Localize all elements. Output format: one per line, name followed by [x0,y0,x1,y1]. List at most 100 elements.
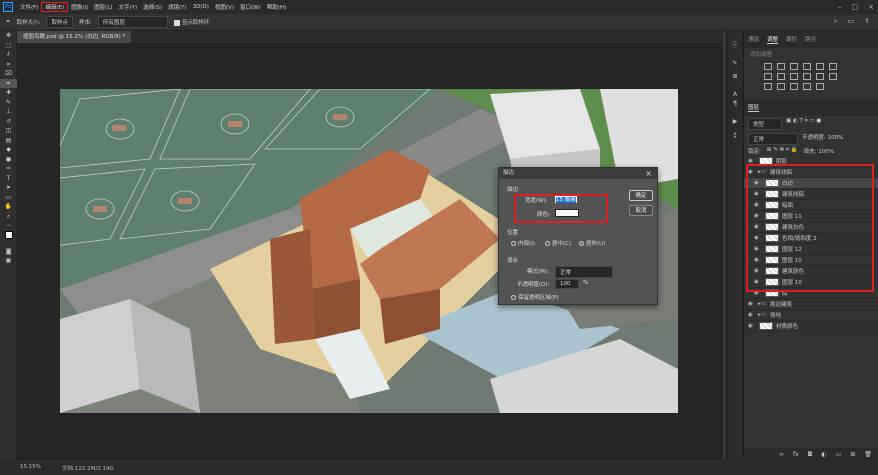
actions-icon[interactable]: ▶ [727,117,743,127]
link-icon[interactable]: ∞ [779,451,784,458]
eyedropper-icon[interactable]: ✒ [6,19,11,25]
zoom-level[interactable]: 15.15% [20,464,41,470]
mode-select[interactable]: 正常 [555,266,613,278]
healing-tool-icon[interactable]: ✚ [0,88,17,98]
menu-help[interactable]: 帮助(H) [264,3,289,11]
visibility-eye-icon[interactable]: ◉ [748,323,756,329]
move-tool-icon[interactable]: ✥ [0,31,17,41]
new-layer-icon[interactable]: ⊞ [850,451,855,458]
clone-source-icon[interactable]: ⊞ [727,72,743,82]
brightness-icon[interactable] [764,63,772,70]
layer-kind-select[interactable]: 类型 [748,118,782,130]
tab-paths[interactable]: 路径 [805,35,816,44]
brush-settings-icon[interactable]: ✎ [727,59,743,69]
path-select-tool-icon[interactable]: ➤ [0,183,17,193]
curves-icon[interactable] [790,63,798,70]
menu-edit[interactable]: 编辑(E) [41,2,69,12]
visibility-eye-icon[interactable]: ◉ [748,312,756,318]
menu-view[interactable]: 视图(V) [212,3,237,11]
mixer-icon[interactable] [816,73,824,80]
sample-select[interactable]: 所有图层 [97,16,168,28]
quick-mask-icon[interactable]: ◙ [0,247,17,257]
glyphs-icon[interactable]: ⁑ [727,132,743,142]
group-icon[interactable]: ▭ [836,451,842,458]
workspace-icon[interactable]: ▭ [848,17,855,26]
opacity-input[interactable]: 100 [555,279,579,289]
shape-tool-icon[interactable]: ▭ [0,193,17,203]
selective-color-icon[interactable] [816,83,824,90]
type-tool-icon[interactable]: T [0,174,17,184]
layer-row[interactable]: ◉ 材质颜色 [744,321,878,332]
bw-icon[interactable] [790,73,798,80]
visibility-eye-icon[interactable]: ◉ [748,301,756,307]
photo-filter-icon[interactable] [803,73,811,80]
hand-tool-icon[interactable]: ✋ [0,202,17,212]
levels-icon[interactable] [777,63,785,70]
menu-window[interactable]: 窗口(W) [237,3,264,11]
threshold-icon[interactable] [790,83,798,90]
menu-filter[interactable]: 滤镜(T) [165,3,190,11]
screen-mode-icon[interactable]: ▣ [0,256,17,266]
gradient-map-icon[interactable] [803,83,811,90]
pen-tool-icon[interactable]: ✑ [0,164,17,174]
show-ring-checkbox[interactable]: 显示取样环 [173,18,209,26]
layers-title[interactable]: 图层 [748,103,760,112]
sample-size-select[interactable]: 取样点 [46,16,73,28]
position-center-radio[interactable]: 居中(C) [545,239,571,247]
quick-select-tool-icon[interactable]: ⌗ [0,60,17,70]
eraser-tool-icon[interactable]: ◫ [0,126,17,136]
layer-opacity-label[interactable]: 不透明度: 100% [802,133,843,145]
adjustment-layer-icon[interactable]: ◐ [821,451,826,458]
preserve-transparency-checkbox[interactable]: 保留透明区域(P) [511,293,559,301]
dialog-close-icon[interactable]: × [645,168,652,179]
character-icon[interactable]: A [727,90,743,100]
menu-image[interactable]: 图像(I) [68,3,91,11]
tab-adjustments[interactable]: 调整 [767,35,779,44]
color-swatches[interactable] [0,230,17,247]
blur-tool-icon[interactable]: ◆ [0,145,17,155]
fx-icon[interactable]: fx [793,451,799,458]
menu-layer[interactable]: 图层(L) [91,3,115,11]
balance-icon[interactable] [777,73,785,80]
document-tab[interactable]: 插图鸟瞰.psd @ 15.2% (白边, RGB/8) * [17,31,132,43]
blend-mode-select[interactable]: 正常 [748,133,798,145]
ok-button[interactable]: 确定 [629,190,653,201]
posterize-icon[interactable] [777,83,785,90]
lasso-tool-icon[interactable]: ℓ [0,50,17,60]
position-outside-radio[interactable]: 居外(U) [579,239,605,247]
invert-icon[interactable] [764,83,772,90]
mask-icon[interactable]: ◘ [808,451,813,458]
paragraph-icon[interactable]: ¶ [727,99,743,109]
dodge-tool-icon[interactable]: ● [0,155,17,165]
tab-channels[interactable]: 通道 [748,35,759,44]
cancel-button[interactable]: 取消 [629,205,653,216]
zoom-tool-icon[interactable]: ⌕ [0,212,17,222]
layer-row[interactable]: ◉ ▸▭ 周边建筑 [744,299,878,310]
menu-3d[interactable]: 3D(D) [190,4,212,10]
maximize-icon[interactable]: □ [852,3,859,11]
menu-file[interactable]: 文件(F) [17,3,41,11]
exposure-icon[interactable] [803,63,811,70]
position-inside-radio[interactable]: 内部(I) [511,239,535,247]
lock-icons[interactable]: ⊠ ✎ ✥ ⌗ 🔒 [767,147,798,155]
layer-row[interactable]: ◉ ▸▭ 场地 [744,310,878,321]
lookup-icon[interactable] [829,73,837,80]
minimize-icon[interactable]: – [838,3,842,11]
more-tools-icon[interactable]: ⋯ [0,221,17,231]
vibrance-icon[interactable] [816,63,824,70]
tab-properties[interactable]: 属性 [786,35,797,44]
crop-tool-icon[interactable]: ⌧ [0,69,17,79]
history-brush-icon[interactable]: ↺ [0,117,17,127]
hue-icon[interactable] [764,73,772,80]
fill-label[interactable]: 填充: 100% [804,147,834,155]
gradient-tool-icon[interactable]: ▤ [0,136,17,146]
brush-tool-icon[interactable]: ✎ [0,98,17,108]
search-icon[interactable]: ⌕ [834,17,838,26]
stamp-tool-icon[interactable]: ⊥ [0,107,17,117]
share-icon[interactable]: ⇪ [864,17,870,26]
menu-type[interactable]: 文字(Y) [116,3,141,11]
delete-icon[interactable]: 🗑 [864,451,872,458]
info-icon[interactable]: ⓘ [727,41,743,51]
menu-select[interactable]: 选择(S) [140,3,165,11]
marquee-tool-icon[interactable]: ⬚ [0,41,17,51]
